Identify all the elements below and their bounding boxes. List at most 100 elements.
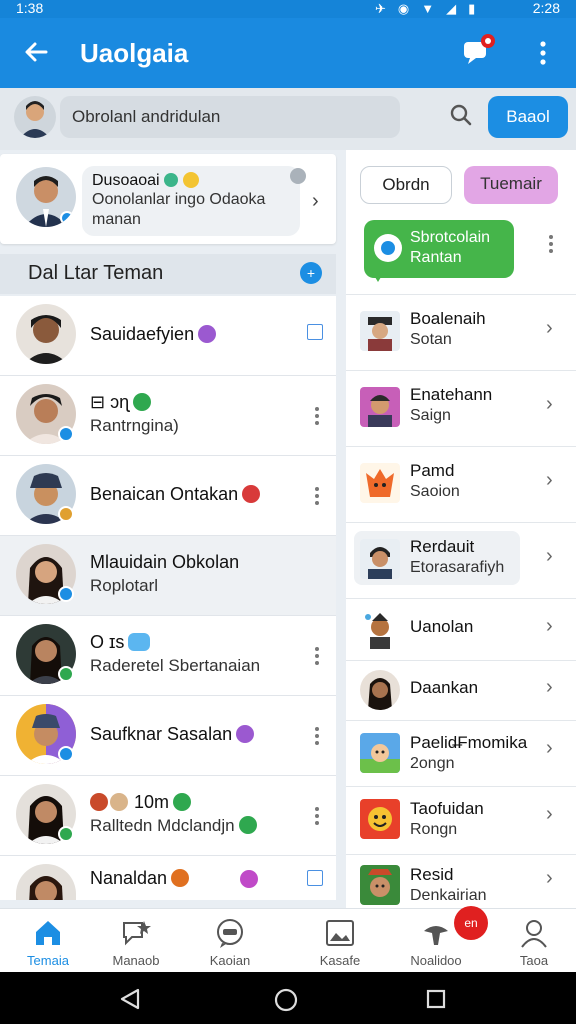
- nav-item-2[interactable]: Manaob: [88, 909, 184, 973]
- search-row: Obrolanl andridulan Baaol: [0, 88, 576, 150]
- chevron-right-icon: ›: [546, 393, 553, 415]
- suggestion-text: Sbrotcolain Rantan: [410, 229, 491, 266]
- profile-avatar: [16, 167, 76, 227]
- friend-row[interactable]: Mlauidain Obkolan Roplotarl: [0, 536, 336, 616]
- item-title: Rerdauit: [410, 537, 475, 556]
- search-input[interactable]: Obrolanl andridulan: [60, 96, 400, 138]
- more-vert-icon[interactable]: [314, 406, 320, 426]
- user-avatar[interactable]: [14, 96, 56, 138]
- profile-card[interactable]: Dusoaoai Oonolanlar ingo Odaoka manan ›: [0, 154, 336, 244]
- system-navigation-bar: [0, 972, 576, 1024]
- check-badge-icon: [236, 725, 255, 743]
- more-vert-icon[interactable]: [314, 646, 320, 666]
- friend-name: Nanaldan: [90, 868, 168, 888]
- list-item[interactable]: Taofuidan Rongn ›: [346, 786, 576, 854]
- item-title: Enatehann: [410, 385, 493, 404]
- chevron-right-icon: ›: [546, 317, 553, 339]
- friend-list-title: Dal Ltar Teman: [28, 262, 164, 284]
- item-title: Uanolan: [410, 617, 474, 636]
- list-item[interactable]: Boalenaih Sotan ›: [346, 294, 576, 370]
- search-button[interactable]: Baaol: [488, 96, 568, 138]
- character-icon: [360, 463, 400, 503]
- back-triangle-icon[interactable]: [118, 988, 142, 1010]
- friend-name: ⊟ ɔɳ: [90, 392, 130, 412]
- friend-row[interactable]: Sauidaefyien: [0, 296, 336, 376]
- friend-row[interactable]: Saufknar Sasalan: [0, 696, 336, 776]
- bell-icon: [420, 917, 452, 949]
- nav-item-4[interactable]: Kasafe: [292, 909, 388, 973]
- sticker-icon: [128, 633, 151, 651]
- face-emoji-icon: [110, 793, 128, 811]
- chevron-right-icon: ›: [546, 737, 553, 759]
- lightning-icon: [238, 816, 257, 834]
- profile-name: Dusoaoai: [92, 172, 160, 189]
- friend-row[interactable]: 10m Ralltedn Mdclandjn: [0, 776, 336, 856]
- gift-emoji-icon: [90, 793, 108, 811]
- list-item[interactable]: Enatehann Saign ›: [346, 370, 576, 446]
- status-icons: ✈◉▼◢▮: [375, 1, 488, 16]
- status-bar: 1:38 ✈◉▼◢▮ 2:28: [0, 0, 576, 18]
- friend-row[interactable]: Nanaldan: [0, 856, 336, 900]
- item-title: Boalenaih: [410, 309, 486, 328]
- chevron-right-icon: ›: [546, 545, 553, 567]
- back-arrow-icon[interactable]: [20, 36, 52, 68]
- fire-emoji-icon: [171, 869, 190, 887]
- add-friend-icon[interactable]: +: [300, 262, 322, 284]
- more-vert-icon[interactable]: [548, 234, 554, 254]
- status-emoji-icon: [173, 793, 192, 811]
- item-title: Resid: [410, 865, 454, 884]
- item-subtitle: Denkairian: [410, 887, 487, 904]
- nav-home[interactable]: Temaia: [0, 909, 96, 973]
- character-icon: [360, 799, 400, 839]
- nav-label: Taoa: [519, 953, 549, 968]
- more-vert-icon[interactable]: [314, 806, 320, 826]
- list-item[interactable]: Paelid̶Fmomika 2ongn ›: [346, 720, 576, 786]
- more-vert-icon[interactable]: [534, 38, 552, 68]
- recents-square-icon[interactable]: [426, 989, 446, 1009]
- search-icon[interactable]: [448, 102, 474, 128]
- chevron-right-icon[interactable]: ›: [312, 190, 319, 213]
- list-item[interactable]: Daankan ›: [346, 660, 576, 720]
- friend-row[interactable]: O ɪs Raderetel Sbertanaian: [0, 616, 336, 696]
- user-icon: [518, 917, 550, 949]
- suggestion-bubble[interactable]: Sbrotcolain Rantan: [364, 220, 514, 282]
- item-title: Daankan: [410, 678, 479, 697]
- friend-name: Saufknar Sasalan: [90, 724, 233, 744]
- friend-subtitle: Ralltedn Mdclandjn: [90, 816, 235, 835]
- sticker-icon: [240, 870, 258, 888]
- home-circle-icon[interactable]: [274, 988, 298, 1012]
- chat-icon[interactable]: [460, 34, 496, 68]
- square-icon[interactable]: [307, 870, 323, 886]
- friend-list-header: Dal Ltar Teman +: [0, 254, 336, 294]
- nav-item-3[interactable]: Kaoian: [182, 909, 278, 973]
- chevron-right-icon: ›: [546, 469, 553, 491]
- item-subtitle: Etorasarafiyh: [410, 559, 505, 576]
- more-vert-icon[interactable]: [314, 726, 320, 746]
- chevron-right-icon: ›: [546, 867, 553, 889]
- message-icon: [214, 917, 246, 949]
- character-icon: [360, 733, 400, 773]
- chat-bubble-icon: [374, 234, 402, 262]
- friend-row[interactable]: Benaican Ontakan: [0, 456, 336, 536]
- app-title: Uaolgaia: [80, 38, 189, 68]
- friend-list: Sauidaefyien ⊟ ɔɳ Rantrngina) Benaican O…: [0, 296, 336, 900]
- nav-label: Kasafe: [319, 953, 361, 968]
- character-icon: [360, 609, 400, 649]
- friend-row[interactable]: ⊟ ɔɳ Rantrngina): [0, 376, 336, 456]
- leaf-emoji-icon: [164, 173, 179, 187]
- status-time: 1:38: [16, 0, 44, 16]
- tab-friends[interactable]: Tuemair: [464, 166, 558, 204]
- list-item[interactable]: Rerdauit Etorasarafiyh ›: [346, 522, 576, 598]
- nav-profile[interactable]: Taoa: [486, 909, 576, 973]
- app-bar: Uaolgaia: [0, 18, 576, 88]
- tab-chat[interactable]: Obrdn: [360, 166, 452, 204]
- friend-name: 10m: [134, 792, 170, 812]
- refresh-icon[interactable]: [290, 168, 306, 184]
- more-vert-icon[interactable]: [314, 486, 320, 506]
- list-item[interactable]: Pamd Saoion ›: [346, 446, 576, 522]
- nav-label: Temaia: [27, 953, 69, 968]
- item-title: Pamd: [410, 461, 455, 480]
- list-item[interactable]: Uanolan ›: [346, 598, 576, 660]
- list-item[interactable]: Resid Denkairian ›: [346, 854, 576, 916]
- square-icon[interactable]: [307, 324, 323, 340]
